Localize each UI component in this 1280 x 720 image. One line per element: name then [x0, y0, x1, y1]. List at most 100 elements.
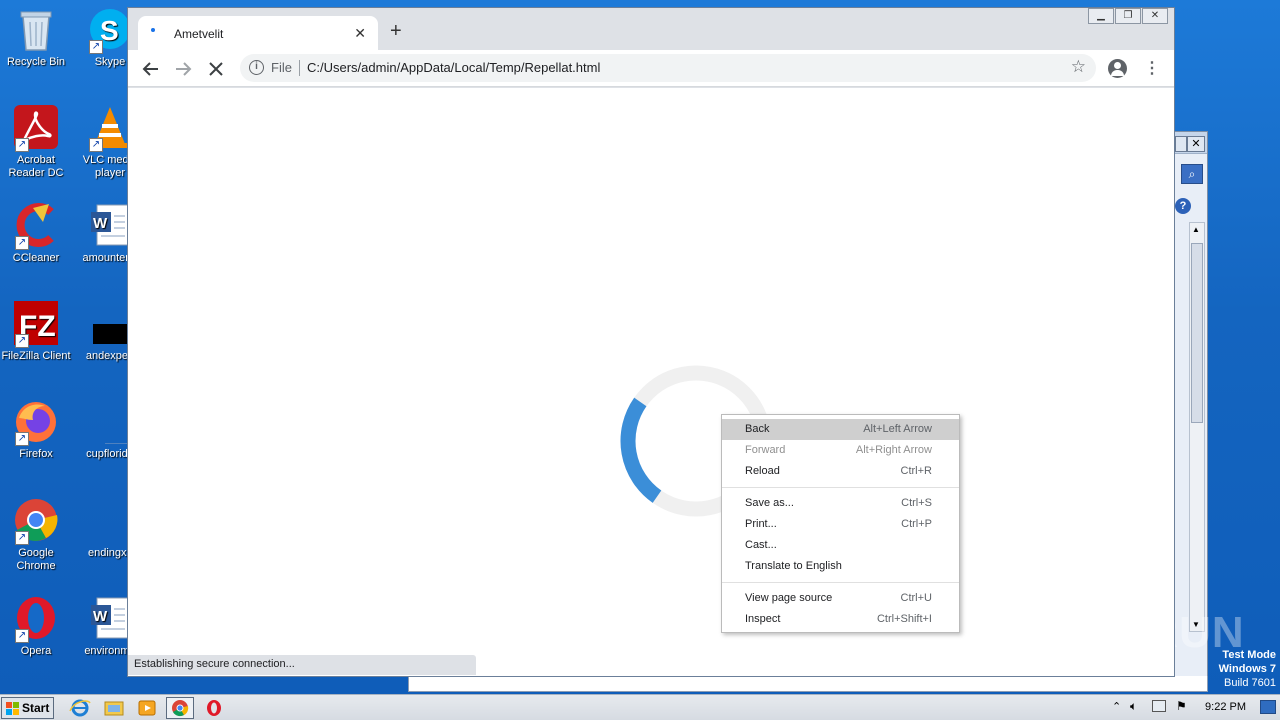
- shortcut-arrow-icon: ↗: [89, 40, 103, 54]
- address-bar[interactable]: i File C:/Users/admin/AppData/Local/Temp…: [240, 54, 1096, 82]
- context-menu-item-back[interactable]: Back Alt+Left Arrow: [722, 419, 959, 440]
- action-center-flag-icon[interactable]: ⚑: [1176, 699, 1187, 713]
- context-menu-item-print[interactable]: Print... Ctrl+P: [722, 514, 959, 535]
- menu-separator: [722, 582, 959, 583]
- shortcut-arrow-icon: ↗: [15, 236, 29, 250]
- taskbar-ie-button[interactable]: [66, 697, 94, 719]
- menu-item-label: Back: [745, 423, 770, 435]
- os-version-line: Windows 7: [1218, 663, 1276, 675]
- menu-item-shortcut: Alt+Right Arrow: [855, 444, 932, 456]
- chrome-icon: [172, 700, 189, 717]
- scrollbar-thumb[interactable]: [1191, 243, 1203, 423]
- menu-item-label: View page source: [745, 592, 833, 604]
- context-menu-item-view-source[interactable]: View page source Ctrl+U: [722, 588, 959, 609]
- menu-item-shortcut: Alt+Left Arrow: [863, 423, 932, 435]
- background-window-bottom: [408, 676, 1208, 692]
- build-line: Build 7601: [1224, 677, 1276, 689]
- context-menu-item-inspect[interactable]: Inspect Ctrl+Shift+I: [722, 609, 959, 630]
- taskbar: Start ⌃ 🔈︎ ⚑ 9:22 PM: [0, 694, 1280, 720]
- desktop-icon-acrobat[interactable]: ↗ Acrobat Reader DC: [0, 104, 74, 180]
- tab-active[interactable]: Ametvelit ✕: [138, 16, 378, 50]
- test-mode-line: Test Mode: [1222, 649, 1276, 661]
- svg-text:W: W: [93, 215, 108, 232]
- tab-close-icon[interactable]: ✕: [354, 25, 366, 42]
- clock[interactable]: 9:22 PM: [1205, 701, 1246, 713]
- windows-logo-icon: [6, 702, 19, 715]
- restore-button[interactable]: ❐: [1115, 8, 1141, 24]
- taskbar-explorer-button[interactable]: [100, 697, 128, 719]
- firefox-icon: ↗: [13, 398, 59, 446]
- taskbar-opera-button[interactable]: [200, 697, 228, 719]
- desktop-icon-label: Google Chrome: [16, 547, 56, 572]
- recycle-bin-icon: [13, 6, 59, 52]
- internet-explorer-icon: [69, 699, 91, 717]
- menu-item-shortcut: Ctrl+U: [900, 592, 932, 604]
- menu-item-label: Inspect: [745, 613, 781, 625]
- address-scheme: File: [271, 60, 292, 75]
- menu-item-label: Save as...: [745, 497, 794, 509]
- close-button[interactable]: ✕: [1187, 136, 1205, 152]
- address-url[interactable]: C:/Users/admin/AppData/Local/Temp/Repell…: [307, 60, 600, 75]
- menu-item-shortcut: Ctrl+Shift+I: [876, 613, 932, 625]
- taskbar-media-player-button[interactable]: [133, 697, 161, 719]
- context-menu-item-translate[interactable]: Translate to English: [722, 556, 959, 577]
- svg-text:W: W: [93, 608, 108, 625]
- show-desktop-button[interactable]: [1260, 700, 1276, 714]
- menu-item-label: Translate to English: [745, 560, 842, 572]
- desktop-icon-opera[interactable]: ↗ Opera: [0, 595, 74, 658]
- network-icon[interactable]: [1152, 700, 1166, 712]
- scrollbar[interactable]: ▲ ▼: [1189, 222, 1205, 632]
- info-icon[interactable]: i: [249, 60, 264, 75]
- stop-x-icon: [209, 62, 223, 76]
- menu-item-shortcut: Ctrl+R: [900, 465, 932, 477]
- forward-button[interactable]: [171, 57, 195, 81]
- ccleaner-icon: ↗: [13, 202, 59, 250]
- close-button[interactable]: ✕: [1142, 8, 1168, 24]
- desktop-icon-recycle-bin[interactable]: Recycle Bin: [0, 6, 74, 69]
- maximize-button[interactable]: [1175, 136, 1187, 152]
- stop-loading-button[interactable]: [204, 57, 228, 81]
- system-tray: ⌃ 🔈︎ ⚑ 9:22 PM: [1104, 695, 1280, 720]
- new-tab-button[interactable]: +: [390, 20, 402, 43]
- start-label: Start: [22, 701, 50, 715]
- bookmark-star-icon[interactable]: ☆: [1071, 57, 1086, 77]
- desktop-icon-label: FileZilla Client: [1, 350, 71, 362]
- desktop-icon-label: Recycle Bin: [6, 56, 66, 68]
- desktop-icon-firefox[interactable]: ↗ Firefox: [0, 398, 74, 461]
- context-menu-item-cast[interactable]: Cast...: [722, 535, 959, 556]
- shortcut-arrow-icon: ↗: [15, 432, 29, 446]
- desktop-icon-label: Acrobat Reader DC: [8, 154, 64, 179]
- menu-item-shortcut: Ctrl+P: [901, 518, 932, 530]
- loading-favicon-icon: [151, 28, 155, 32]
- filezilla-icon: FZ ↗: [13, 300, 59, 348]
- menu-item-label: Print...: [745, 518, 777, 530]
- desktop-icon-ccleaner[interactable]: ↗ CCleaner: [0, 202, 74, 265]
- tray-expand-icon[interactable]: ⌃: [1112, 700, 1121, 713]
- menu-item-label: Reload: [745, 465, 780, 477]
- desktop-icon-label: Firefox: [19, 448, 53, 460]
- chrome-window[interactable]: ▁ ❐ ✕ Ametvelit ✕ + i File C:/Users/admi…: [127, 7, 1175, 677]
- desktop-icon-filezilla[interactable]: FZ ↗ FileZilla Client: [0, 300, 74, 363]
- back-arrow-icon: [142, 62, 158, 76]
- shortcut-arrow-icon: ↗: [15, 531, 29, 545]
- context-menu-item-forward[interactable]: Forward Alt+Right Arrow: [722, 440, 959, 461]
- volume-icon[interactable]: 🔈︎: [1130, 699, 1137, 714]
- minimize-button[interactable]: ▁: [1088, 8, 1114, 24]
- opera-icon: [207, 700, 221, 716]
- start-button[interactable]: Start: [1, 697, 54, 719]
- menu-separator: [722, 487, 959, 488]
- profile-avatar-icon[interactable]: [1108, 59, 1127, 78]
- scroll-up-arrow-icon[interactable]: ▲: [1192, 225, 1200, 234]
- desktop-icon-chrome[interactable]: ↗ Google Chrome: [0, 497, 74, 573]
- search-icon[interactable]: ⌕: [1181, 164, 1203, 184]
- menu-kebab-icon[interactable]: ⋮: [1144, 58, 1160, 78]
- back-button[interactable]: [139, 57, 163, 81]
- shortcut-arrow-icon: ↗: [15, 334, 29, 348]
- context-menu-item-save-as[interactable]: Save as... Ctrl+S: [722, 493, 959, 514]
- acrobat-icon: ↗: [13, 104, 59, 152]
- context-menu-item-reload[interactable]: Reload Ctrl+R: [722, 461, 959, 482]
- page-content[interactable]: Establishing secure connection...: [128, 88, 1174, 676]
- help-icon[interactable]: ?: [1175, 198, 1191, 214]
- shortcut-arrow-icon: ↗: [15, 138, 29, 152]
- taskbar-chrome-button[interactable]: [166, 697, 194, 719]
